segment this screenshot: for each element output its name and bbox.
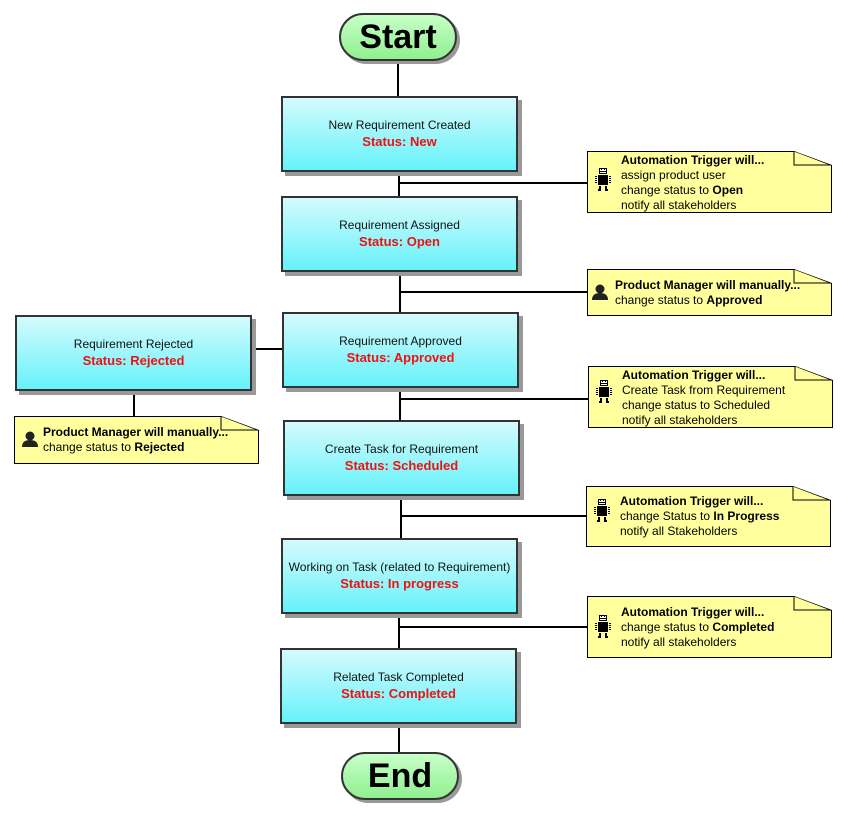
note-line: Create Task from Requirement <box>622 383 786 397</box>
connector <box>397 64 399 96</box>
note-heading: Automation Trigger will... <box>621 605 765 619</box>
node-title: New Requirement Created <box>328 118 471 132</box>
note-line: change status to Completed <box>621 620 775 634</box>
node-requirement-assigned[interactable]: Requirement Assigned Status: Open <box>281 196 518 272</box>
note-line: change status to Rejected <box>43 440 185 454</box>
node-requirement-approved[interactable]: Requirement Approved Status: Approved <box>282 312 519 388</box>
robot-icon <box>595 615 611 638</box>
person-icon <box>22 431 38 447</box>
node-title: Create Task for Requirement <box>324 442 479 456</box>
note-line: notify all stakeholders <box>621 198 737 212</box>
note-heading: Automation Trigger will... <box>622 368 766 382</box>
node-status: Status: Approved <box>346 350 455 365</box>
connector <box>400 515 586 517</box>
automation-note-completed[interactable]: Automation Trigger will... change status… <box>587 596 832 658</box>
connector <box>399 388 401 420</box>
note-line: change status to Approved <box>615 293 763 307</box>
end-label: End <box>367 756 433 795</box>
note-line: change Status to In Progress <box>620 509 780 523</box>
node-title: Requirement Approved <box>339 334 462 348</box>
manual-note-rejected[interactable]: Product Manager will manually... change … <box>14 416 259 464</box>
node-status: Status: In progress <box>340 576 459 591</box>
node-status: Status: Rejected <box>82 353 185 368</box>
node-status: Status: Scheduled <box>344 458 459 473</box>
automation-note-in-progress[interactable]: Automation Trigger will... change Status… <box>586 486 831 547</box>
connector <box>253 348 282 350</box>
connector <box>399 291 587 293</box>
manual-note-approved[interactable]: Product Manager will manually... change … <box>587 269 832 316</box>
start-node[interactable]: Start <box>339 13 457 61</box>
connector <box>398 172 400 196</box>
node-new-requirement[interactable]: New Requirement Created Status: New <box>281 96 518 172</box>
connector <box>398 724 400 752</box>
robot-icon <box>594 499 610 522</box>
node-title: Working on Task (related to Requirement) <box>288 560 511 574</box>
note-line: notify all stakeholders <box>621 635 737 649</box>
node-title: Related Task Completed <box>333 670 464 684</box>
end-node[interactable]: End <box>341 752 459 800</box>
node-status: Status: Open <box>359 234 440 249</box>
page-fold-icon <box>793 151 832 166</box>
node-status: Status: Completed <box>341 686 456 701</box>
connector <box>133 390 135 416</box>
connector <box>398 182 587 184</box>
note-heading: Automation Trigger will... <box>620 494 764 508</box>
robot-icon <box>595 168 611 191</box>
page-fold-icon <box>793 596 832 611</box>
page-fold-icon <box>794 366 833 381</box>
person-icon <box>592 284 608 300</box>
robot-icon <box>596 380 612 403</box>
start-label: Start <box>359 17 437 56</box>
note-heading: Product Manager will manually... <box>615 278 801 292</box>
node-task-completed[interactable]: Related Task Completed Status: Completed <box>280 648 517 724</box>
note-heading: Product Manager will manually... <box>43 425 229 439</box>
node-create-task[interactable]: Create Task for Requirement Status: Sche… <box>283 420 520 496</box>
automation-note-scheduled[interactable]: Automation Trigger will... Create Task f… <box>588 366 833 428</box>
connector <box>400 496 402 538</box>
note-line: assign product user <box>621 168 726 182</box>
connector <box>398 626 587 628</box>
connector <box>398 614 400 648</box>
node-title: Requirement Rejected <box>73 337 194 351</box>
node-working-on-task[interactable]: Working on Task (related to Requirement)… <box>281 538 518 614</box>
connector <box>399 398 589 400</box>
note-line: notify all stakeholders <box>622 413 738 427</box>
note-line: change status to Scheduled <box>622 398 771 412</box>
note-line: change status to Open <box>621 183 744 197</box>
page-fold-icon <box>792 486 831 501</box>
node-requirement-rejected[interactable]: Requirement Rejected Status: Rejected <box>15 315 252 391</box>
note-heading: Automation Trigger will... <box>621 153 765 167</box>
node-title: Requirement Assigned <box>339 218 460 232</box>
node-status: Status: New <box>362 134 437 149</box>
automation-note-open[interactable]: Automation Trigger will... assign produc… <box>587 151 832 213</box>
note-line: notify all Stakeholders <box>620 524 738 538</box>
